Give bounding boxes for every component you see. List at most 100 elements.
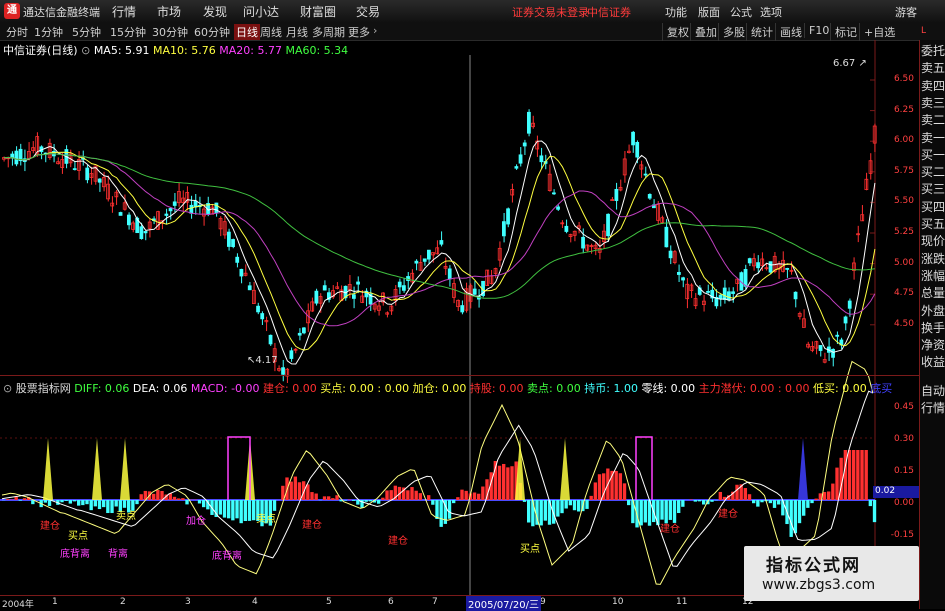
login-status[interactable]: 证券交易未登录 <box>512 4 589 20</box>
kline-chart[interactable] <box>0 40 919 595</box>
quote-field-7[interactable]: 买二 <box>921 165 945 179</box>
quote-field-10[interactable]: 买五 <box>921 217 945 231</box>
macd-bar <box>698 500 701 501</box>
indicator-name[interactable]: 股票指标网 <box>16 382 71 395</box>
signal-label: 买点 <box>68 527 88 542</box>
date-tick-label: 10 <box>612 597 623 607</box>
period-more[interactable]: 更多 <box>346 24 372 40</box>
tool-draw[interactable]: 画线 <box>775 23 806 41</box>
candle-body <box>677 272 680 274</box>
period-monthly[interactable]: 月线 <box>284 24 310 40</box>
menu-layout[interactable]: 版面 <box>698 4 720 20</box>
candle-body <box>140 227 143 239</box>
quote-field-17[interactable]: 净资 <box>921 338 945 352</box>
candle-body <box>607 214 610 235</box>
tool-multistock[interactable]: 多股 <box>718 23 749 41</box>
menu-trade[interactable]: 交易 <box>356 3 380 20</box>
menu-ask[interactable]: 问小达 <box>243 3 279 20</box>
candle-body <box>552 193 555 194</box>
macd-bar <box>719 492 722 500</box>
date-tick-label: 2 <box>120 597 126 607</box>
menu-options[interactable]: 选项 <box>760 4 782 20</box>
quote-field-9[interactable]: 买四 <box>921 200 945 214</box>
macd-bar <box>544 500 547 521</box>
indicator-tick-label: 0.00 <box>890 498 914 508</box>
candle-body <box>707 291 710 292</box>
signal-label: 卖点 <box>116 507 136 522</box>
quote-field-2[interactable]: 卖四 <box>921 79 945 93</box>
candle-body <box>844 317 847 323</box>
signal-label: 建仓 <box>718 505 738 520</box>
macd-bar <box>198 500 201 503</box>
tool-f10[interactable]: F10 <box>804 23 833 38</box>
menu-wealth[interactable]: 财富圈 <box>300 3 336 20</box>
tool-watchlist[interactable]: +自选 <box>859 23 899 41</box>
panel-toggle[interactable]: L <box>921 26 926 36</box>
quote-field-11[interactable]: 现价 <box>921 234 945 248</box>
broker-name[interactable]: 中信证券 <box>587 4 631 20</box>
indicator-legend-item-14: 底买 <box>867 382 893 395</box>
indicator-tick-label: -0.15 <box>890 530 914 540</box>
panel-bottom-item-0[interactable]: 自动 <box>921 384 945 398</box>
quote-field-1[interactable]: 卖五 <box>921 61 945 75</box>
indicator-legend: DIFF: 0.06 DEA: 0.06 MACD: -0.00 建仓: 0.0… <box>74 382 892 395</box>
macd-bar <box>202 500 205 507</box>
tool-adjust[interactable]: 复权 <box>662 23 693 41</box>
period-1min[interactable]: 1分钟 <box>32 24 65 40</box>
guest-label[interactable]: 游客 <box>895 4 917 20</box>
watermark-badge: 指标公式网 www.zbgs3.com <box>744 546 919 601</box>
quote-field-18[interactable]: 收益 <box>921 355 945 369</box>
menu-discover[interactable]: 发现 <box>203 3 227 20</box>
period-5min[interactable]: 5分钟 <box>70 24 103 40</box>
menu-formula[interactable]: 公式 <box>730 4 752 20</box>
macd-bar <box>473 492 476 500</box>
quote-field-15[interactable]: 外盘 <box>921 304 945 318</box>
menu-function[interactable]: 功能 <box>665 4 687 20</box>
macd-bar <box>823 492 826 500</box>
macd-bar <box>235 500 238 518</box>
quote-field-0[interactable]: 委托 <box>921 44 945 58</box>
quote-field-3[interactable]: 卖三 <box>921 96 945 110</box>
macd-bar <box>440 500 443 527</box>
quote-field-16[interactable]: 换手 <box>921 321 945 335</box>
period-15min[interactable]: 15分钟 <box>108 24 148 40</box>
indicator-legend-item-9: 持币: 1.00 <box>581 382 638 395</box>
quote-field-14[interactable]: 总量 <box>921 286 945 300</box>
menu-quotes[interactable]: 行情 <box>112 3 136 20</box>
period-intraday[interactable]: 分时 <box>4 24 30 40</box>
quote-field-5[interactable]: 卖一 <box>921 131 945 145</box>
panel-bottom-item-1[interactable]: 行情 <box>921 401 945 415</box>
quote-field-12[interactable]: 涨跌 <box>921 252 945 266</box>
settings-circle-icon[interactable]: ⊙ <box>3 382 12 395</box>
price-tick-label: 5.25 <box>890 227 914 237</box>
macd-bar <box>248 500 251 521</box>
quote-field-13[interactable]: 涨幅 <box>921 269 945 283</box>
signal-label: 底背离 <box>60 545 90 560</box>
candle-body <box>557 207 560 209</box>
macd-bar <box>352 500 355 501</box>
period-60min[interactable]: 60分钟 <box>192 24 232 40</box>
tool-overlay[interactable]: 叠加 <box>690 23 721 41</box>
period-multi[interactable]: 多周期 <box>310 24 347 40</box>
tool-stats[interactable]: 统计 <box>746 23 777 41</box>
chevron-right-icon[interactable]: › <box>371 24 379 37</box>
macd-bar <box>852 450 855 500</box>
ma-line <box>4 141 875 364</box>
macd-bar <box>177 498 180 500</box>
period-weekly[interactable]: 周线 <box>258 24 284 40</box>
quote-field-8[interactable]: 买三 <box>921 182 945 196</box>
macd-bar <box>527 500 530 523</box>
signal-label: 建仓 <box>302 516 322 531</box>
quote-field-6[interactable]: 买一 <box>921 148 945 162</box>
tool-mark[interactable]: 标记 <box>830 23 861 41</box>
candle-body <box>540 156 543 162</box>
period-30min[interactable]: 30分钟 <box>150 24 190 40</box>
signal-spike <box>798 438 808 500</box>
period-daily[interactable]: 日线 <box>234 24 260 40</box>
candle-body <box>15 151 18 164</box>
menu-market[interactable]: 市场 <box>157 3 181 20</box>
quote-field-4[interactable]: 卖二 <box>921 113 945 127</box>
macd-bar <box>702 500 705 504</box>
macd-bar <box>752 500 755 503</box>
macd-bar <box>406 490 409 500</box>
